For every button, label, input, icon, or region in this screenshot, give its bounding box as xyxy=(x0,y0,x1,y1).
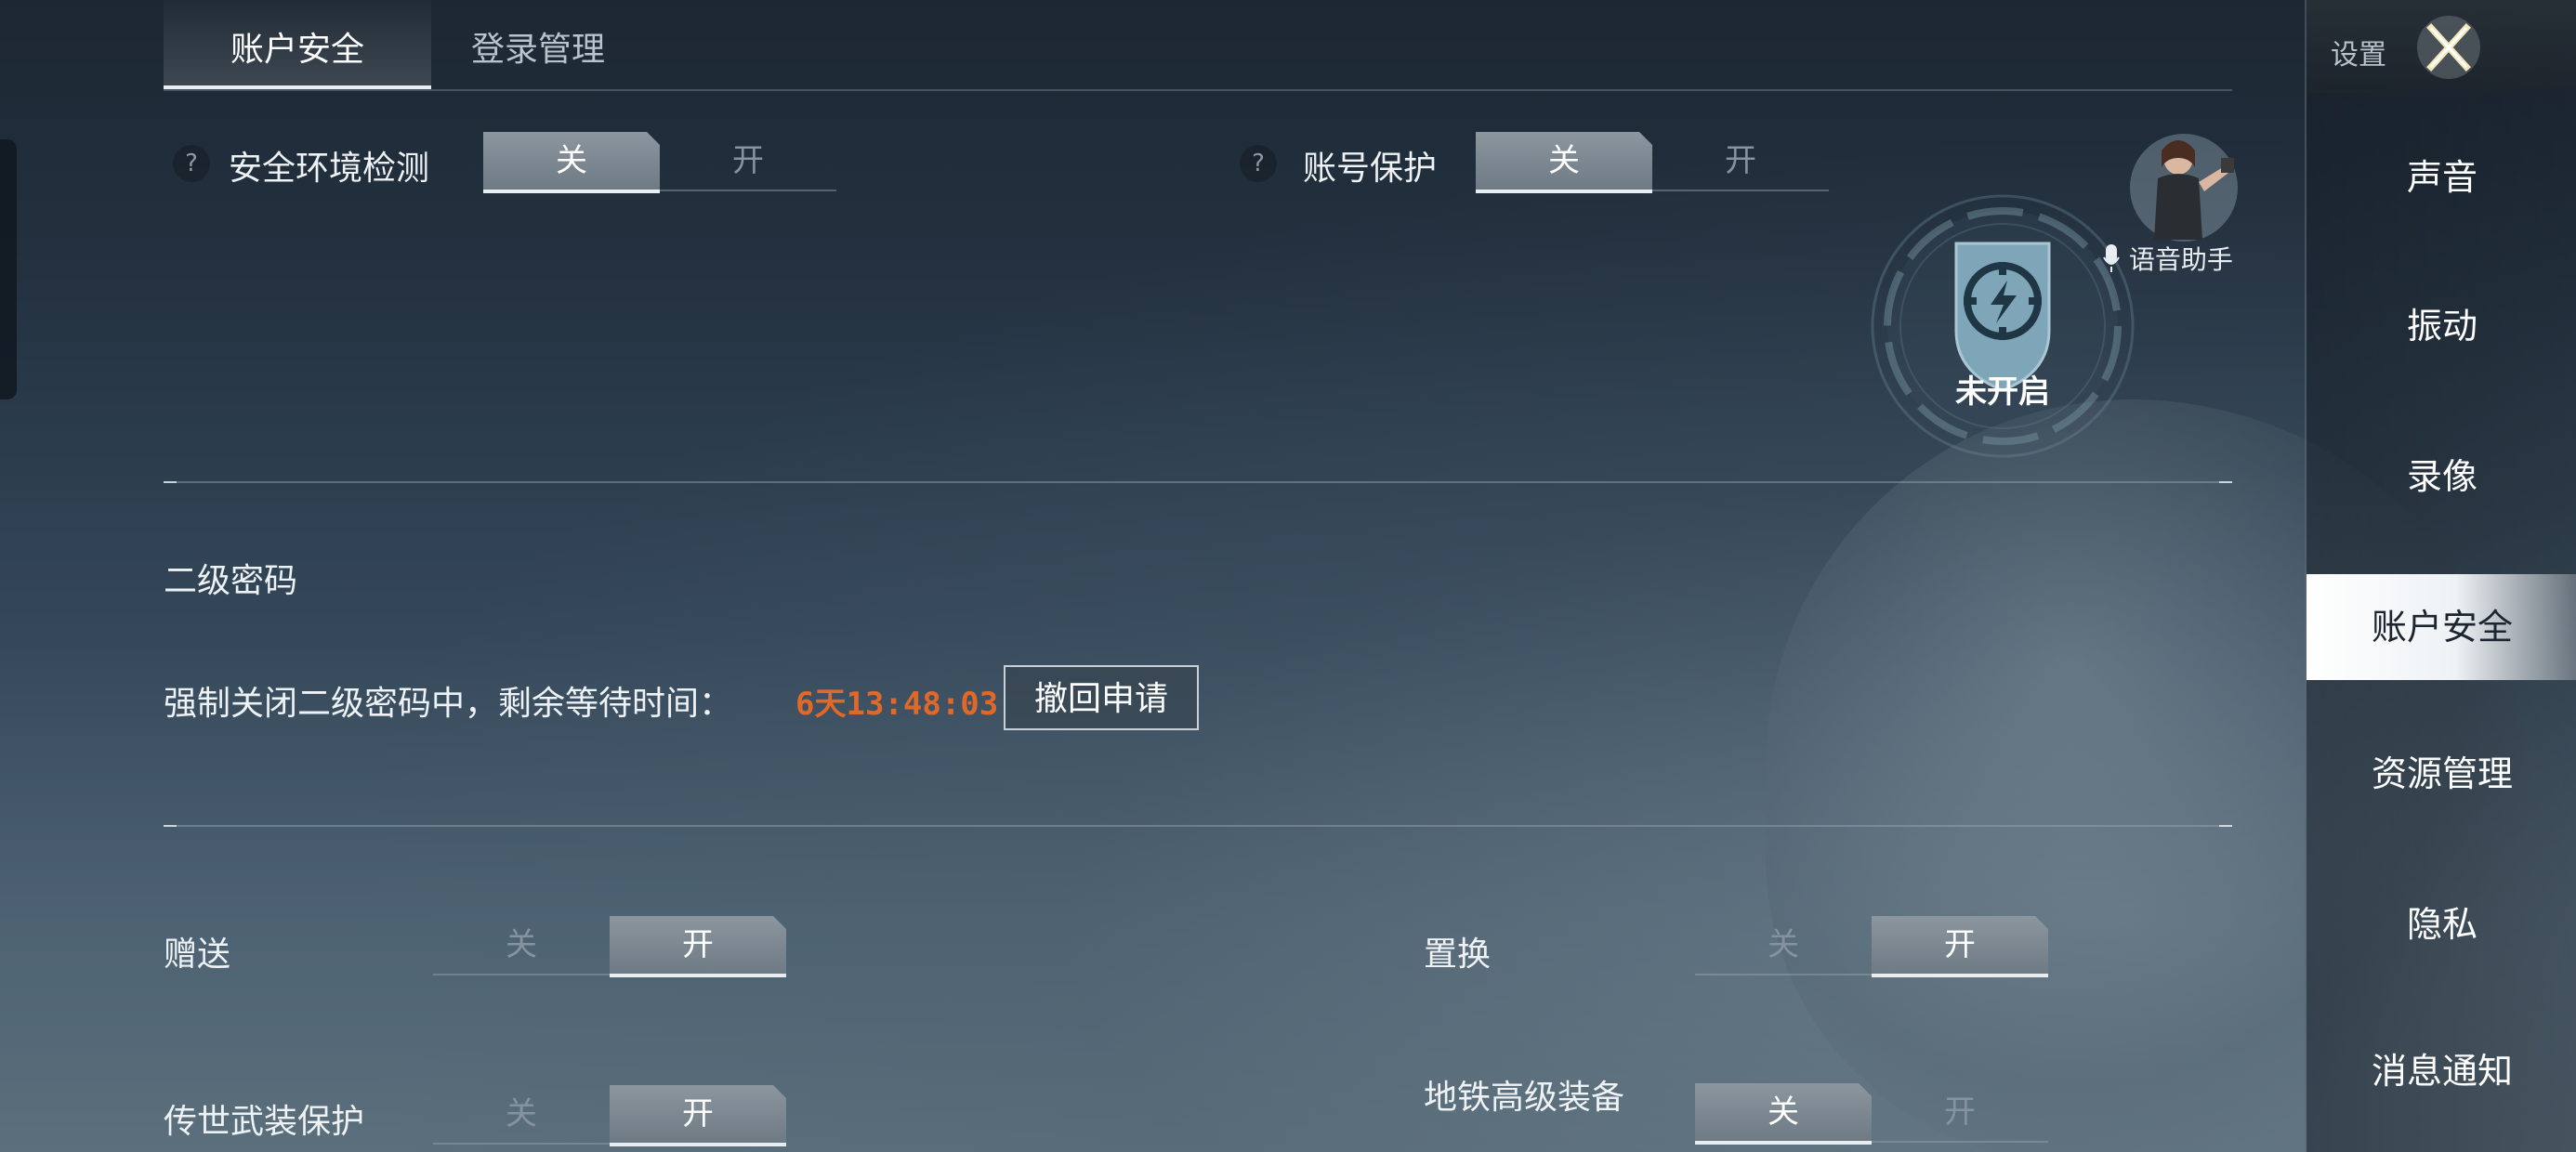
tab-account-security[interactable]: 账户安全 xyxy=(164,0,431,89)
security-check-off[interactable]: 关 xyxy=(483,132,660,193)
gift-toggle: 关 开 xyxy=(433,916,786,975)
account-protect-toggle: 关 开 xyxy=(1476,132,1829,191)
sidebar-item-resource-management[interactable]: 资源管理 xyxy=(2307,721,2576,827)
account-protect-label: 账号保护 xyxy=(1303,150,1438,188)
legendary-weapon-toggle: 关 开 xyxy=(433,1085,786,1145)
sidebar-item-sound[interactable]: 声音 xyxy=(2307,124,2576,230)
account-protect-on[interactable]: 开 xyxy=(1652,132,1829,191)
secondary-password-title: 二级密码 xyxy=(164,562,298,600)
metro-gear-label: 地铁高级装备 xyxy=(1424,1079,1625,1117)
tab-login-management[interactable]: 登录管理 xyxy=(431,0,645,87)
security-check-toggle: 关 开 xyxy=(483,132,836,191)
gift-off[interactable]: 关 xyxy=(433,916,610,975)
left-edge-handle xyxy=(0,139,17,399)
account-protect-off[interactable]: 关 xyxy=(1476,132,1652,193)
legendary-weapon-on[interactable]: 开 xyxy=(610,1085,786,1146)
close-icon[interactable] xyxy=(2414,13,2483,82)
metro-gear-on[interactable]: 开 xyxy=(1872,1083,2048,1143)
help-icon[interactable]: ? xyxy=(173,145,210,182)
help-icon[interactable]: ? xyxy=(1240,145,1277,182)
settings-screen: 账户安全 登录管理 ? 安全环境检测 关 开 ? 账号保护 关 开 未开启 语音… xyxy=(0,0,2576,1152)
gift-on[interactable]: 开 xyxy=(610,916,786,977)
section-divider xyxy=(164,825,2232,827)
settings-title: 设置 xyxy=(2331,39,2386,72)
legendary-weapon-label: 传世武装保护 xyxy=(164,1103,365,1141)
section-divider xyxy=(164,481,2232,483)
exchange-off[interactable]: 关 xyxy=(1695,916,1872,975)
sidebar-item-recording[interactable]: 录像 xyxy=(2307,424,2576,530)
exchange-on[interactable]: 开 xyxy=(1872,916,2048,977)
shield-status-label: 未开启 xyxy=(1955,373,2050,411)
metro-gear-off[interactable]: 关 xyxy=(1695,1083,1872,1145)
security-check-label: 安全环境检测 xyxy=(229,150,430,188)
voice-assistant-label: 语音助手 xyxy=(2128,244,2233,275)
secondary-password-status: 强制关闭二级密码中，剩余等待时间： xyxy=(164,685,733,723)
sidebar-item-notifications[interactable]: 消息通知 xyxy=(2307,1018,2576,1124)
microphone-icon xyxy=(2102,244,2129,275)
exchange-toggle: 关 开 xyxy=(1695,916,2048,975)
settings-sidebar: 设置 声音 振动 录像 账户安全 资源管理 隐私 消息通知 xyxy=(2305,0,2576,1152)
sidebar-header: 设置 xyxy=(2307,0,2576,93)
gift-label: 赠送 xyxy=(164,936,231,974)
sidebar-item-vibration[interactable]: 振动 xyxy=(2307,273,2576,379)
shield-icon xyxy=(1871,194,2135,458)
exchange-label: 置换 xyxy=(1424,936,1492,974)
sidebar-item-privacy[interactable]: 隐私 xyxy=(2307,871,2576,977)
metro-gear-toggle: 关 开 xyxy=(1695,1083,2048,1143)
voice-assistant-button[interactable]: 语音助手 xyxy=(2102,240,2233,277)
sidebar-item-account-security[interactable]: 账户安全 xyxy=(2307,574,2576,680)
security-check-on[interactable]: 开 xyxy=(660,132,836,191)
countdown-timer: 6天13:48:03 xyxy=(795,686,999,723)
top-tab-bar: 账户安全 登录管理 xyxy=(164,0,2232,91)
assistant-portrait-icon xyxy=(2130,134,2238,242)
revoke-request-button[interactable]: 撤回申请 xyxy=(1004,665,1199,730)
legendary-weapon-off[interactable]: 关 xyxy=(433,1085,610,1145)
protection-shield-badge: 未开启 xyxy=(1868,191,2137,461)
